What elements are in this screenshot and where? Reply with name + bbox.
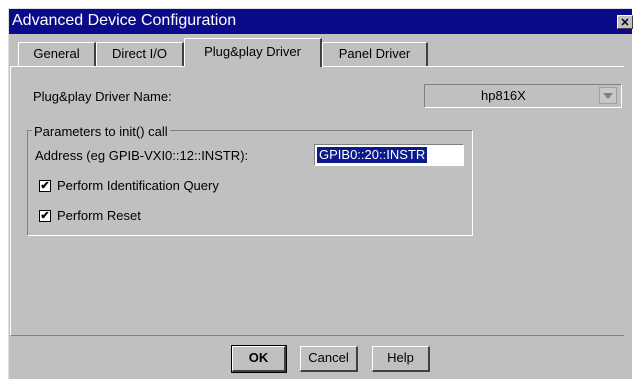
perform-reset-checkbox[interactable]: ✔ xyxy=(39,210,51,222)
cancel-button[interactable]: Cancel xyxy=(300,346,358,372)
tab-panel-driver[interactable]: Panel Driver xyxy=(322,42,428,66)
driver-name-value: hp816X xyxy=(481,88,526,103)
address-field-selected-text: GPIB0::20::INSTR xyxy=(317,147,428,163)
address-field[interactable]: GPIB0::20::INSTR xyxy=(314,144,464,166)
perform-reset-label[interactable]: Perform Reset xyxy=(57,208,141,223)
tab-plugplay-driver[interactable]: Plug&play Driver xyxy=(184,38,322,67)
driver-name-label: Plug&play Driver Name: xyxy=(33,89,172,104)
help-button[interactable]: Help xyxy=(372,346,430,372)
init-parameters-group-title: Parameters to init() call xyxy=(32,124,170,139)
chevron-down-icon[interactable] xyxy=(599,87,617,104)
identification-query-checkbox[interactable]: ✔ xyxy=(39,180,51,192)
close-icon[interactable]: ✕ xyxy=(617,15,633,29)
address-label: Address (eg GPIB-VXI0::12::INSTR): xyxy=(35,148,249,163)
ok-button[interactable]: OK xyxy=(231,345,287,373)
window-title: Advanced Device Configuration xyxy=(12,12,237,29)
tab-general[interactable]: General xyxy=(18,42,96,66)
identification-query-label[interactable]: Perform Identification Query xyxy=(57,178,219,193)
driver-name-dropdown[interactable]: hp816X xyxy=(424,84,622,108)
title-bar[interactable]: Advanced Device Configuration ✕ xyxy=(9,9,633,34)
tab-direct-io[interactable]: Direct I/O xyxy=(96,42,184,66)
